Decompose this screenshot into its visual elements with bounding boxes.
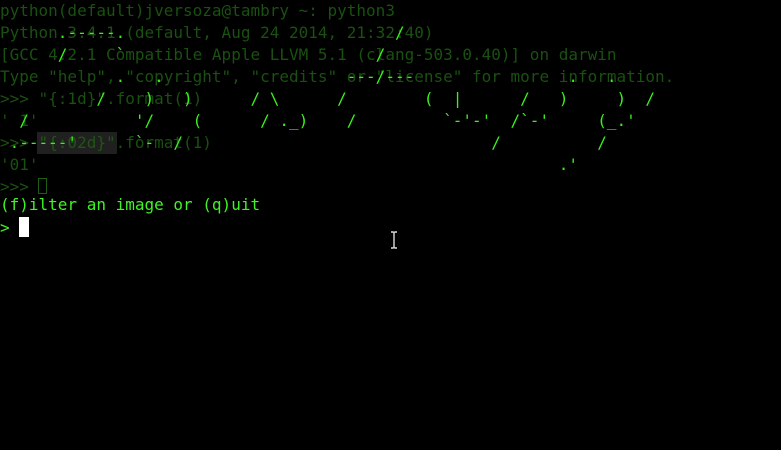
ascii-art-line [0,0,655,22]
input-line[interactable]: > [0,216,29,238]
ascii-art-line: / '/ ( / ._) / `-'-' /`-' (_.' [0,111,636,130]
text-cursor-icon [391,231,397,249]
terminal-window[interactable]: python(default)jversoza@tambry ~: python… [0,0,781,450]
prompt-symbol: > [0,217,10,237]
ascii-art-line: .' [0,155,578,174]
ascii-art-line: / ` / [0,45,386,64]
menu-prompt-text: (f)ilter an image or (q)uit [0,195,261,214]
ascii-art-line: / ) ) / \ / ( | / ) ) / [0,89,656,108]
ascii-art-line: . . ---/--- . . [0,67,617,86]
block-cursor-icon [18,217,29,237]
ascii-art-banner: .-----. / / ` / . . ---/--- . . / ) ) / … [0,0,655,198]
ascii-art-line: .-----' `- / / / [0,133,607,152]
ascii-art-line: .-----. / [0,23,405,42]
